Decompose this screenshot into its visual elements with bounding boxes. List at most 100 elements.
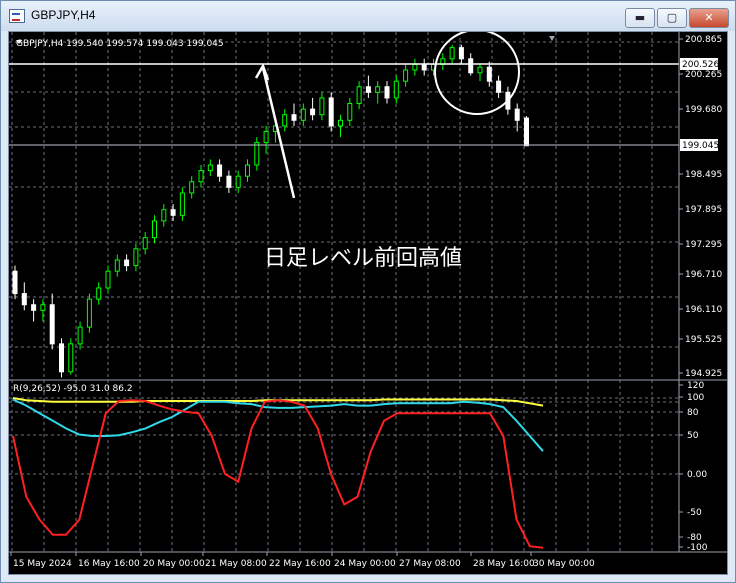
candle-body (40, 304, 46, 311)
indicator-tick-label: 0.00 (687, 470, 707, 480)
candle-body (170, 209, 176, 216)
candle-body (384, 86, 390, 99)
candle-body (524, 117, 529, 147)
indicator-tick-label: 50 (687, 431, 699, 441)
arrow-head-icon (254, 63, 270, 81)
price-tick-label: 200.865 (685, 35, 722, 45)
indicator-tick-label: 100 (687, 393, 704, 403)
candle-body (179, 192, 185, 216)
candle-body (412, 63, 418, 71)
price-tick-label: 196.110 (685, 305, 722, 315)
candle-body (114, 259, 120, 272)
time-axis: 15 May 2024 16 May 16:00 20 May 00:00 21 Ma… (10, 552, 595, 569)
candle-body (403, 69, 409, 82)
candle-body (245, 164, 250, 177)
indicator-tick-label: 80 (687, 408, 699, 418)
indicator-tick-label: 120 (687, 381, 704, 391)
candle-body (421, 63, 427, 71)
indicator-label: R(9,26,52) -95.0 31.0 86.2 (13, 384, 133, 394)
candle-body (338, 119, 343, 127)
candle-body (291, 114, 297, 121)
candle-body (319, 97, 325, 116)
candle-body (189, 181, 195, 194)
annotation-text: 日足レベル前回高値 (264, 246, 463, 271)
highlight-circle (434, 29, 520, 115)
candle-body (328, 97, 334, 127)
time-tick-label: 28 May 16:00 (473, 559, 535, 569)
candle-body (59, 343, 64, 373)
close-button[interactable]: ✕ (689, 8, 729, 28)
chart-info-label: GBPJPY,H4 199.540 199.574 199.043 199.04… (16, 39, 224, 49)
candle-body (207, 164, 213, 172)
candle-body (496, 80, 502, 93)
candle-body (449, 47, 455, 60)
current-price-marker-text: 199.045 (682, 141, 719, 151)
candle-body (21, 293, 27, 306)
chart-window-icon (9, 9, 25, 23)
candle-body (161, 209, 167, 222)
candle-body (124, 259, 130, 267)
minimize-button[interactable]: ▬ (625, 8, 655, 28)
candle-body (217, 164, 223, 177)
price-chart[interactable]: 200.865 200.265 199.680 198.495 197.895 197.2… (9, 29, 727, 574)
title-bar[interactable]: GBPJPY,H4 ▬ ▢ ✕ (1, 1, 735, 31)
chart-grid (9, 32, 679, 552)
candle-body (282, 114, 288, 127)
time-tick-label: 20 May 00:00 (143, 559, 205, 569)
price-axis: 200.865 200.265 199.680 198.495 197.895 197.2… (679, 35, 722, 379)
price-tick-label: 196.710 (685, 270, 722, 280)
candle-body (226, 175, 232, 188)
candle-body (300, 108, 306, 121)
candle-body (356, 86, 362, 105)
candle-body (12, 270, 18, 295)
time-tick-label: 22 May 16:00 (269, 559, 331, 569)
time-tick-label: 30 May 00:00 (533, 559, 595, 569)
candle-body (375, 86, 381, 93)
candle-body (105, 270, 111, 289)
chart-area[interactable]: 200.865 200.265 199.680 198.495 197.895 197.2… (8, 29, 728, 575)
candle-body (86, 298, 92, 328)
indicator-lines (12, 397, 544, 549)
candle-body (365, 86, 371, 93)
candle-body (68, 343, 74, 373)
candle-body (77, 326, 83, 345)
indicator-tick-label: -50 (687, 508, 702, 518)
price-tick-label: 197.895 (685, 205, 722, 215)
window-title: GBPJPY,H4 (31, 8, 96, 22)
candle-body (198, 170, 204, 183)
time-tick-label: 27 May 08:00 (399, 559, 461, 569)
candlesticks (12, 44, 529, 378)
time-tick-label: 24 May 00:00 (334, 559, 396, 569)
candle-body (254, 142, 260, 166)
candle-body (458, 47, 464, 60)
maximize-button[interactable]: ▢ (657, 8, 687, 28)
candle-body (142, 237, 148, 250)
candle-body (49, 304, 55, 345)
price-tick-label: 198.495 (685, 170, 722, 180)
candle-body (393, 80, 399, 99)
candle-body (477, 66, 483, 74)
indicator-tick-label: -80 (687, 533, 702, 543)
candle-body (310, 108, 316, 116)
time-tick-label: 15 May 2024 (13, 559, 72, 569)
candle-body (514, 108, 520, 121)
time-tick-label: 21 May 08:00 (205, 559, 267, 569)
candle-body (96, 287, 102, 300)
candle-body (31, 304, 37, 311)
candle-body (468, 58, 474, 74)
indicator-medium-line (12, 398, 544, 452)
time-tick-label: 16 May 16:00 (78, 559, 140, 569)
indicator-short-line (12, 399, 544, 549)
price-tick-label: 197.295 (685, 240, 722, 250)
top-price-marker-text: 200.526 (682, 60, 719, 70)
price-tick-label: 195.525 (685, 335, 722, 345)
candle-body (133, 248, 139, 267)
price-tick-label: 194.925 (685, 369, 722, 379)
price-tick-label: 199.680 (685, 105, 722, 115)
shift-marker-icon (549, 36, 555, 41)
price-tick-label: 200.265 (685, 70, 722, 80)
candle-body (235, 175, 241, 188)
candle-body (263, 130, 269, 144)
candle-body (152, 220, 157, 239)
candle-body (347, 103, 353, 121)
